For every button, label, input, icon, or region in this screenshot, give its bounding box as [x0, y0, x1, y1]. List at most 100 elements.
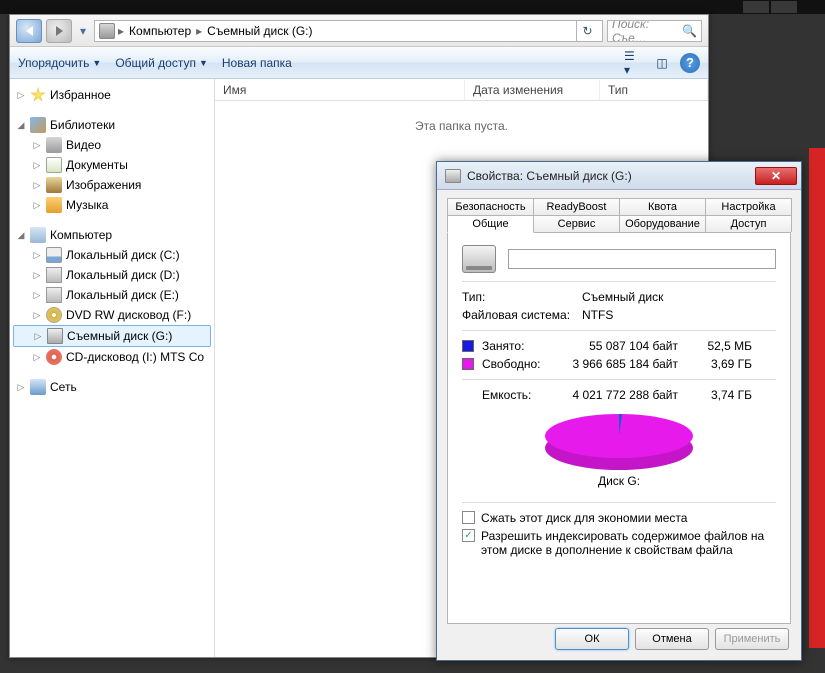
- compress-checkbox[interactable]: [462, 511, 475, 524]
- tab-sharing[interactable]: Доступ: [705, 215, 792, 232]
- close-button[interactable]: ✕: [755, 167, 797, 185]
- sidebar-item-images[interactable]: ▷Изображения: [10, 175, 214, 195]
- drive-icon: [445, 169, 461, 183]
- breadcrumb-computer[interactable]: Компьютер: [127, 23, 193, 39]
- free-bytes: 3 966 685 184 байт: [566, 357, 696, 371]
- history-dropdown[interactable]: ▾: [76, 24, 90, 38]
- fs-label: Файловая система:: [462, 308, 582, 322]
- view-options-button[interactable]: ☰ ▾: [624, 53, 644, 73]
- column-name[interactable]: Имя: [215, 80, 465, 100]
- sidebar-item-drive-c[interactable]: ▷Локальный диск (C:): [10, 245, 214, 265]
- favorites-group[interactable]: ▷Избранное: [10, 85, 214, 105]
- navigation-bar: ▾ ▸ Компьютер ▸ Съемный диск (G:) ↻ Поис…: [10, 15, 708, 47]
- tab-hardware[interactable]: Оборудование: [619, 215, 706, 232]
- network-group[interactable]: ▷Сеть: [10, 377, 214, 397]
- star-icon: [30, 87, 46, 103]
- index-checkbox[interactable]: [462, 529, 475, 542]
- share-menu[interactable]: Общий доступ▼: [115, 56, 208, 70]
- collapse-icon[interactable]: ◢: [16, 120, 26, 131]
- help-button[interactable]: ?: [680, 53, 700, 73]
- apply-button[interactable]: Применить: [715, 628, 789, 650]
- column-type[interactable]: Тип: [600, 80, 708, 100]
- free-label: Свободно:: [482, 357, 566, 371]
- preview-pane-button[interactable]: ◫: [652, 53, 672, 73]
- video-icon: [46, 137, 62, 153]
- tab-general[interactable]: Общие: [447, 215, 534, 233]
- capacity-bytes: 4 021 772 288 байт: [566, 388, 696, 402]
- new-folder-button[interactable]: Новая папка: [222, 56, 292, 70]
- column-headers: Имя Дата изменения Тип: [215, 79, 708, 101]
- tab-security[interactable]: Безопасность: [447, 198, 534, 215]
- sidebar-item-video[interactable]: ▷Видео: [10, 135, 214, 155]
- used-label: Занято:: [482, 339, 566, 353]
- expand-icon[interactable]: ▷: [32, 352, 42, 363]
- music-icon: [46, 197, 62, 213]
- search-placeholder: Поиск: Съе…: [612, 20, 678, 42]
- navigation-pane: ▷Избранное ◢Библиотеки ▷Видео ▷Документы…: [10, 79, 215, 657]
- libraries-group[interactable]: ◢Библиотеки: [10, 115, 214, 135]
- hdd-icon: [46, 267, 62, 283]
- chevron-right-icon[interactable]: ▸: [117, 24, 125, 38]
- fs-value: NTFS: [582, 308, 776, 322]
- expand-icon[interactable]: ▷: [16, 382, 26, 393]
- tab-readyboost[interactable]: ReadyBoost: [533, 198, 620, 215]
- column-date[interactable]: Дата изменения: [465, 80, 600, 100]
- sidebar-item-music[interactable]: ▷Музыка: [10, 195, 214, 215]
- search-input[interactable]: Поиск: Съе… 🔍: [607, 20, 702, 42]
- expand-icon[interactable]: ▷: [32, 160, 42, 171]
- drive-label-input[interactable]: [508, 249, 776, 269]
- expand-icon[interactable]: ▷: [16, 90, 26, 101]
- expand-icon[interactable]: ▷: [32, 270, 42, 281]
- used-color-swatch: [462, 340, 474, 352]
- expand-icon[interactable]: ▷: [32, 140, 42, 151]
- disk-usage-pie-chart: [545, 414, 693, 470]
- computer-group[interactable]: ◢Компьютер: [10, 225, 214, 245]
- back-button[interactable]: [16, 19, 42, 43]
- expand-icon[interactable]: ▷: [33, 331, 43, 342]
- capacity-size: 3,74 ГБ: [696, 388, 752, 402]
- free-color-swatch: [462, 358, 474, 370]
- ok-button[interactable]: ОК: [555, 628, 629, 650]
- refresh-button[interactable]: ↻: [576, 20, 598, 42]
- expand-icon[interactable]: ▷: [32, 250, 42, 261]
- properties-dialog: Свойства: Съемный диск (G:) ✕ Безопаснос…: [436, 161, 802, 661]
- sidebar-item-drive-i[interactable]: ▷CD-дисковод (I:) MTS Co: [10, 347, 214, 367]
- network-icon: [30, 379, 46, 395]
- chevron-down-icon: ▼: [92, 58, 101, 68]
- expand-icon[interactable]: ▷: [32, 180, 42, 191]
- address-bar[interactable]: ▸ Компьютер ▸ Съемный диск (G:) ↻: [94, 20, 603, 42]
- sidebar-item-drive-e[interactable]: ▷Локальный диск (E:): [10, 285, 214, 305]
- sidebar-item-drive-f[interactable]: ▷DVD RW дисковод (F:): [10, 305, 214, 325]
- tab-quota[interactable]: Квота: [619, 198, 706, 215]
- expand-icon[interactable]: ▷: [32, 310, 42, 321]
- chevron-right-icon[interactable]: ▸: [195, 24, 203, 38]
- compress-label: Сжать этот диск для экономии места: [481, 511, 687, 525]
- forward-button[interactable]: [46, 19, 72, 43]
- sidebar-item-drive-g[interactable]: ▷Съемный диск (G:): [13, 325, 211, 347]
- organize-menu[interactable]: Упорядочить▼: [18, 56, 101, 70]
- expand-icon[interactable]: ▷: [32, 200, 42, 211]
- used-bytes: 55 087 104 байт: [566, 339, 696, 353]
- computer-icon: [30, 227, 46, 243]
- index-label: Разрешить индексировать содержимое файло…: [481, 529, 776, 557]
- collapse-icon[interactable]: ◢: [16, 230, 26, 241]
- expand-icon[interactable]: ▷: [32, 290, 42, 301]
- sidebar-item-documents[interactable]: ▷Документы: [10, 155, 214, 175]
- tab-customize[interactable]: Настройка: [705, 198, 792, 215]
- tab-tools[interactable]: Сервис: [533, 215, 620, 232]
- type-label: Тип:: [462, 290, 582, 304]
- search-icon: 🔍: [682, 24, 697, 38]
- background-panel: [809, 148, 825, 648]
- chevron-down-icon: ▼: [199, 58, 208, 68]
- minimize-button[interactable]: [743, 1, 769, 13]
- dialog-title: Свойства: Съемный диск (G:): [467, 169, 749, 183]
- dialog-titlebar[interactable]: Свойства: Съемный диск (G:) ✕: [437, 162, 801, 190]
- empty-folder-message: Эта папка пуста.: [215, 119, 708, 133]
- removable-drive-icon: [47, 328, 63, 344]
- capacity-label: Емкость:: [482, 388, 566, 402]
- maximize-button[interactable]: [771, 1, 797, 13]
- breadcrumb-drive[interactable]: Съемный диск (G:): [205, 23, 314, 39]
- sidebar-item-drive-d[interactable]: ▷Локальный диск (D:): [10, 265, 214, 285]
- cancel-button[interactable]: Отмена: [635, 628, 709, 650]
- pie-chart-label: Диск G:: [462, 474, 776, 488]
